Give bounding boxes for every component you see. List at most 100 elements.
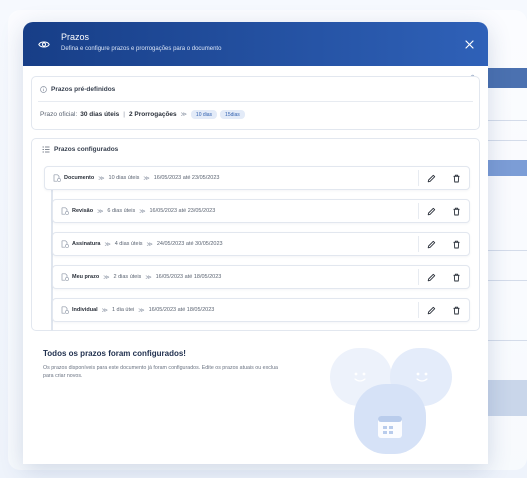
extensions-count: 2 Prorrogações — [128, 111, 177, 118]
row-actions — [418, 269, 469, 285]
trash-icon — [453, 273, 460, 281]
predefined-header: Prazos pré-definidos — [40, 86, 115, 93]
chevron-double-right-icon: ≫ — [104, 241, 111, 248]
configured-header: Prazos configurados — [42, 146, 118, 153]
edit-button[interactable] — [427, 206, 437, 216]
document-clock-icon — [61, 240, 69, 248]
row-content: Documento ≫ 10 dias úteis ≫ 16/05/2023 a… — [53, 167, 219, 189]
chevron-double-right-icon: ≫ — [145, 274, 152, 281]
extension-tag: 15dias — [220, 110, 245, 119]
chevron-double-right-icon: ≫ — [180, 112, 187, 118]
pencil-icon — [427, 240, 436, 248]
predefined-title: Prazos pré-definidos — [51, 86, 116, 93]
official-label: Prazo oficial: — [40, 111, 78, 118]
completed-description: Os prazos disponíveis para este document… — [43, 365, 278, 379]
background-line — [487, 250, 527, 251]
prazos-modal: Prazos Defina e configure prazos e prorr… — [23, 22, 488, 464]
info-icon — [40, 86, 47, 93]
document-clock-icon — [53, 174, 61, 182]
row-date-range: 24/05/2023 até 30/05/2023 — [156, 241, 223, 247]
row-actions — [418, 203, 469, 219]
row-actions — [418, 302, 469, 318]
deadline-row-assinatura: Assinatura ≫ 4 dias úteis ≫ 24/05/2023 a… — [52, 232, 470, 256]
chevron-double-right-icon: ≫ — [97, 208, 104, 215]
row-actions — [418, 236, 469, 252]
completed-title: Todos os prazos foram configurados! — [43, 349, 186, 358]
trash-icon — [453, 207, 460, 215]
trash-icon — [453, 174, 460, 182]
official-value: 30 dias úteis — [80, 111, 120, 118]
row-date-range: 16/05/2023 até 23/05/2023 — [149, 208, 216, 214]
background-line — [487, 280, 527, 281]
row-duration: 10 dias úteis — [108, 175, 140, 181]
background-line — [487, 120, 527, 121]
row-duration: 1 dia útei — [111, 307, 135, 313]
pencil-icon — [427, 174, 436, 182]
predefined-card: Prazos pré-definidos Prazo oficial: 30 d… — [31, 76, 480, 130]
row-date-range: 16/05/2023 até 23/05/2023 — [153, 175, 220, 181]
edit-button[interactable] — [427, 173, 437, 183]
background-bar — [487, 160, 527, 176]
chevron-double-right-icon: ≫ — [103, 274, 110, 281]
completed-illustration — [330, 348, 452, 454]
pencil-icon — [427, 273, 436, 281]
deadline-row-documento: Documento ≫ 10 dias úteis ≫ 16/05/2023 a… — [44, 166, 470, 190]
pencil-icon — [427, 207, 436, 215]
delete-button[interactable] — [452, 305, 462, 315]
close-button[interactable] — [460, 35, 478, 53]
delete-button[interactable] — [452, 239, 462, 249]
chevron-double-right-icon: ≫ — [98, 175, 105, 182]
edit-button[interactable] — [427, 272, 437, 282]
row-content: Assinatura ≫ 4 dias úteis ≫ 24/05/2023 a… — [61, 233, 223, 255]
row-name: Documento — [64, 175, 95, 181]
edit-button[interactable] — [427, 305, 437, 315]
row-date-range: 16/05/2023 até 18/05/2023 — [148, 307, 215, 313]
row-duration: 2 dias úteis — [113, 274, 142, 280]
document-clock-icon — [61, 207, 69, 215]
chevron-double-right-icon: ≫ — [146, 241, 153, 248]
separator: | — [123, 111, 125, 118]
trash-icon — [453, 240, 460, 248]
modal-title: Prazos — [61, 32, 90, 42]
background-line — [487, 140, 527, 141]
configured-title: Prazos configurados — [54, 146, 119, 153]
pencil-icon — [427, 306, 436, 314]
row-content: Revisão ≫ 6 dias úteis ≫ 16/05/2023 até … — [61, 200, 215, 222]
edit-button[interactable] — [427, 239, 437, 249]
background-bar — [487, 68, 527, 88]
configured-card: Prazos configurados Documento ≫ 10 dias … — [31, 138, 480, 331]
trash-icon — [453, 306, 460, 314]
close-icon — [464, 39, 474, 49]
document-clock-icon — [61, 273, 69, 281]
modal-header: Prazos Defina e configure prazos e prorr… — [23, 22, 488, 66]
row-name: Individual — [72, 307, 98, 313]
official-deadline-row: Prazo oficial: 30 dias úteis | 2 Prorrog… — [40, 110, 248, 119]
eye-icon — [33, 33, 55, 55]
deadline-row-individual: Individual ≫ 1 dia útei ≫ 16/05/2023 até… — [52, 298, 470, 322]
document-clock-icon — [61, 306, 69, 314]
background-line — [487, 340, 527, 341]
chevron-double-right-icon: ≫ — [101, 307, 108, 314]
row-duration: 6 dias úteis — [107, 208, 136, 214]
row-name: Revisão — [72, 208, 94, 214]
chevron-double-right-icon: ≫ — [138, 307, 145, 314]
deadline-row-meu-prazo: Meu prazo ≫ 2 dias úteis ≫ 16/05/2023 at… — [52, 265, 470, 289]
background-bar — [487, 380, 527, 416]
row-date-range: 16/05/2023 até 18/05/2023 — [155, 274, 222, 280]
delete-button[interactable] — [452, 272, 462, 282]
chevron-double-right-icon: ≫ — [139, 208, 146, 215]
delete-button[interactable] — [452, 173, 462, 183]
row-content: Meu prazo ≫ 2 dias úteis ≫ 16/05/2023 at… — [61, 266, 221, 288]
row-content: Individual ≫ 1 dia útei ≫ 16/05/2023 até… — [61, 299, 214, 321]
row-actions — [418, 170, 469, 186]
row-duration: 4 dias úteis — [114, 241, 143, 247]
calendar-icon — [378, 416, 402, 438]
modal-subtitle: Defina e configure prazos e prorrogações… — [61, 46, 222, 52]
delete-button[interactable] — [452, 206, 462, 216]
deadline-row-revisao: Revisão ≫ 6 dias úteis ≫ 16/05/2023 até … — [52, 199, 470, 223]
extension-tag: 10 dias — [190, 110, 218, 119]
divider — [38, 101, 473, 102]
row-name: Meu prazo — [72, 274, 100, 280]
row-name: Assinatura — [72, 241, 101, 247]
chevron-double-right-icon: ≫ — [143, 175, 150, 182]
